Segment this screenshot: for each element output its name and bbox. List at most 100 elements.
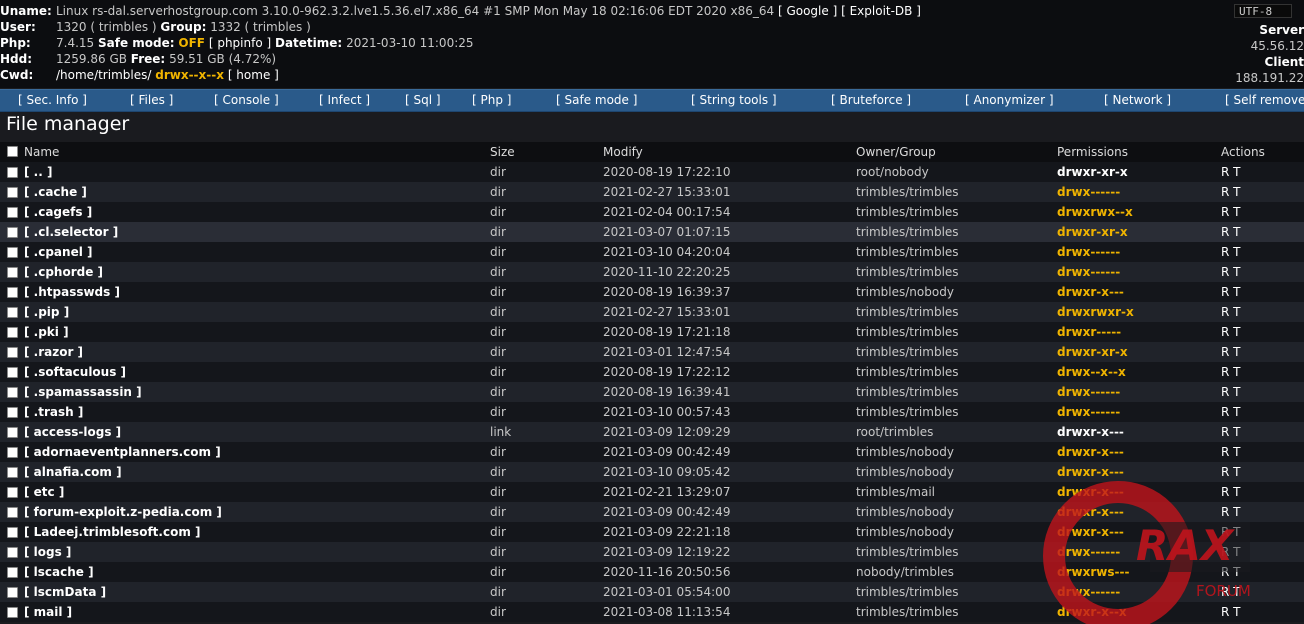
file-permissions[interactable]: drwx------ [1057, 542, 1120, 562]
file-actions[interactable]: R T [1221, 562, 1240, 582]
file-permissions[interactable]: drwx------ [1057, 582, 1120, 602]
menu-files[interactable]: [ Files ] [130, 90, 173, 111]
file-name-link[interactable]: [ .softaculous ] [24, 362, 126, 382]
file-name-link[interactable]: [ logs ] [24, 542, 71, 562]
file-permissions[interactable]: drwx------ [1057, 382, 1120, 402]
file-permissions[interactable]: drwxr-x--- [1057, 522, 1124, 542]
file-name-link[interactable]: [ .trash ] [24, 402, 83, 422]
row-checkbox[interactable] [7, 467, 18, 478]
file-permissions[interactable]: drwx------ [1057, 402, 1120, 422]
table-row[interactable]: [ alnafia.com ] dir 2021-03-10 09:05:42 tri… [0, 462, 1304, 482]
row-checkbox[interactable] [7, 587, 18, 598]
row-checkbox[interactable] [7, 507, 18, 518]
table-row[interactable]: [ adornaeventplanners.com ] dir 2021-03-09… [0, 442, 1304, 462]
file-permissions[interactable]: drwxr-xr-x [1057, 162, 1128, 182]
table-row[interactable]: [ .spamassassin ] dir 2020-08-19 16:39:41 t… [0, 382, 1304, 402]
table-row[interactable]: [ forum-exploit.z-pedia.com ] dir 2021-03-… [0, 502, 1304, 522]
menu-bruteforce[interactable]: [ Bruteforce ] [831, 90, 911, 111]
row-checkbox[interactable] [7, 227, 18, 238]
menu-safe-mode[interactable]: [ Safe mode ] [556, 90, 637, 111]
cwd-path[interactable]: /home/trimbles/ [56, 68, 151, 82]
select-all-checkbox[interactable] [7, 146, 18, 157]
file-actions[interactable]: R T [1221, 162, 1240, 182]
charset-select[interactable]: UTF-8 [1234, 4, 1292, 18]
file-actions[interactable]: R T [1221, 282, 1240, 302]
row-checkbox[interactable] [7, 207, 18, 218]
row-checkbox[interactable] [7, 367, 18, 378]
col-name[interactable]: Name [24, 142, 59, 162]
file-permissions[interactable]: drwx------ [1057, 262, 1120, 282]
file-actions[interactable]: R T [1221, 522, 1240, 542]
file-name-link[interactable]: [ .cache ] [24, 182, 87, 202]
file-name-link[interactable]: [ lscmData ] [24, 582, 106, 602]
file-actions[interactable]: R T [1221, 202, 1240, 222]
file-actions[interactable]: R T [1221, 262, 1240, 282]
file-permissions[interactable]: drwxr-x--- [1057, 422, 1124, 442]
row-checkbox[interactable] [7, 547, 18, 558]
file-name-link[interactable]: [ etc ] [24, 482, 64, 502]
row-checkbox[interactable] [7, 267, 18, 278]
file-permissions[interactable]: drwx--x--x [1057, 362, 1126, 382]
row-checkbox[interactable] [7, 187, 18, 198]
row-checkbox[interactable] [7, 567, 18, 578]
menu-string-tools[interactable]: [ String tools ] [691, 90, 777, 111]
table-row[interactable]: [ lscache ] dir 2020-11-16 20:50:56 nobody/… [0, 562, 1304, 582]
table-row[interactable]: [ access-logs ] link 2021-03-09 12:09:29 ro… [0, 422, 1304, 442]
table-row[interactable]: [ lscmData ] dir 2021-03-01 05:54:00 trimbl… [0, 582, 1304, 602]
google-link[interactable]: [ Google ] [778, 4, 837, 18]
row-checkbox[interactable] [7, 427, 18, 438]
file-name-link[interactable]: [ mail ] [24, 602, 72, 622]
table-row[interactable]: [ .cagefs ] dir 2021-02-04 00:17:54 trimble… [0, 202, 1304, 222]
file-permissions[interactable]: drwxr-xr-x [1057, 342, 1128, 362]
file-permissions[interactable]: drwxr-x--- [1057, 282, 1124, 302]
table-row[interactable]: [ .cphorde ] dir 2020-11-10 22:20:25 trimbl… [0, 262, 1304, 282]
table-row[interactable]: [ .cl.selector ] dir 2021-03-07 01:07:15 tr… [0, 222, 1304, 242]
menu-infect[interactable]: [ Infect ] [319, 90, 370, 111]
file-name-link[interactable]: [ .cagefs ] [24, 202, 92, 222]
row-checkbox[interactable] [7, 607, 18, 618]
phpinfo-link[interactable]: [ phpinfo ] [209, 36, 271, 50]
file-permissions[interactable]: drwxr-x--- [1057, 462, 1124, 482]
table-row[interactable]: [ .. ] dir 2020-08-19 17:22:10 root/nobody d… [0, 162, 1304, 182]
row-checkbox[interactable] [7, 327, 18, 338]
file-actions[interactable]: R T [1221, 482, 1240, 502]
row-checkbox[interactable] [7, 407, 18, 418]
file-permissions[interactable]: drwxr-x--- [1057, 502, 1124, 522]
table-row[interactable]: [ Ladeej.trimblesoft.com ] dir 2021-03-09 … [0, 522, 1304, 542]
table-row[interactable]: [ .htpasswds ] dir 2020-08-19 16:39:37 trim… [0, 282, 1304, 302]
file-name-link[interactable]: [ access-logs ] [24, 422, 121, 442]
row-checkbox[interactable] [7, 247, 18, 258]
row-checkbox[interactable] [7, 287, 18, 298]
file-name-link[interactable]: [ .htpasswds ] [24, 282, 120, 302]
menu-anonymizer[interactable]: [ Anonymizer ] [965, 90, 1054, 111]
file-actions[interactable]: R T [1221, 542, 1240, 562]
row-checkbox[interactable] [7, 307, 18, 318]
col-modify[interactable]: Modify [603, 142, 643, 162]
file-actions[interactable]: R T [1221, 602, 1240, 622]
file-permissions[interactable]: drwxr-x--- [1057, 482, 1124, 502]
file-name-link[interactable]: [ .cpanel ] [24, 242, 92, 262]
table-row[interactable]: [ .cpanel ] dir 2021-03-10 04:20:04 trimble… [0, 242, 1304, 262]
file-permissions[interactable]: drwx------ [1057, 242, 1120, 262]
file-permissions[interactable]: drwxr----- [1057, 322, 1121, 342]
menu-console[interactable]: [ Console ] [214, 90, 279, 111]
menu-php[interactable]: [ Php ] [472, 90, 511, 111]
table-row[interactable]: [ .cache ] dir 2021-02-27 15:33:01 trimbles… [0, 182, 1304, 202]
table-row[interactable]: [ .softaculous ] dir 2020-08-19 17:22:12 tr… [0, 362, 1304, 382]
file-name-link[interactable]: [ Ladeej.trimblesoft.com ] [24, 522, 200, 542]
file-actions[interactable]: R T [1221, 382, 1240, 402]
file-name-link[interactable]: [ lscache ] [24, 562, 94, 582]
exploitdb-link[interactable]: [ Exploit-DB ] [841, 4, 921, 18]
row-checkbox[interactable] [7, 387, 18, 398]
file-actions[interactable]: R T [1221, 302, 1240, 322]
table-row[interactable]: [ etc ] dir 2021-02-21 13:29:07 trimbles/ma… [0, 482, 1304, 502]
file-permissions[interactable]: drwxrwxr-x [1057, 302, 1134, 322]
row-checkbox[interactable] [7, 347, 18, 358]
file-actions[interactable]: R T [1221, 402, 1240, 422]
menu-self-remove[interactable]: [ Self remove ] [1225, 90, 1304, 111]
file-name-link[interactable]: [ alnafia.com ] [24, 462, 122, 482]
home-link[interactable]: [ home ] [228, 68, 279, 82]
table-row[interactable]: [ .pki ] dir 2020-08-19 17:21:18 trimbles/t… [0, 322, 1304, 342]
col-size[interactable]: Size [490, 142, 515, 162]
table-row[interactable]: [ .trash ] dir 2021-03-10 00:57:43 trimbles… [0, 402, 1304, 422]
